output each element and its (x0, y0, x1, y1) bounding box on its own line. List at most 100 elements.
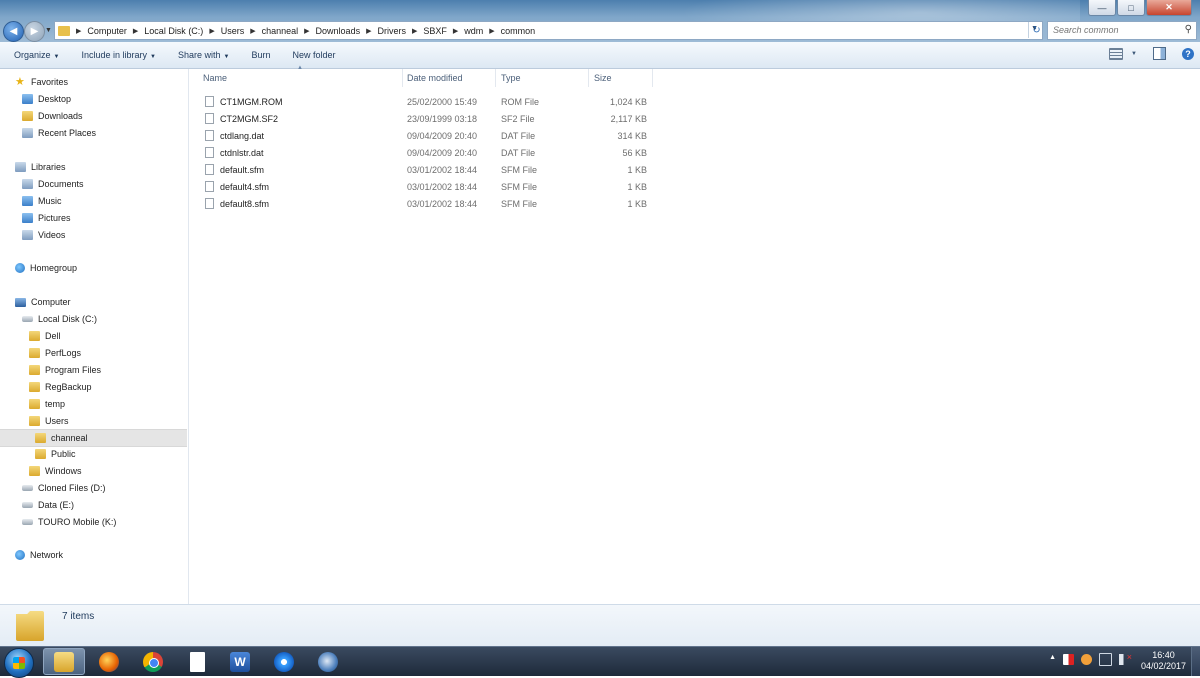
nav-data-e[interactable]: Data (E:) (22, 497, 74, 513)
show-desktop-button[interactable] (1191, 647, 1200, 676)
nav-homegroup[interactable]: Homegroup (15, 260, 77, 276)
view-controls: ▼ ? (1109, 47, 1194, 60)
search-icon[interactable]: ⚲ (1185, 24, 1192, 35)
organize-button[interactable]: Organize ▼ (14, 50, 59, 60)
taskbar-internet-explorer[interactable] (263, 648, 305, 675)
nav-folder-users[interactable]: Users (29, 413, 69, 429)
folder-icon (29, 466, 40, 476)
change-view-button[interactable]: ▼ (1109, 47, 1137, 60)
breadcrumb-downloads[interactable]: Downloads (316, 26, 361, 36)
close-button[interactable]: ✕ (1146, 0, 1192, 16)
folder-icon (29, 416, 40, 426)
help-icon[interactable]: ? (1182, 47, 1194, 60)
action-center-flag-icon[interactable] (1063, 654, 1074, 665)
nav-videos[interactable]: Videos (22, 227, 65, 243)
forward-arrow-icon: ▶ (30, 26, 39, 37)
share-with-button[interactable]: Share with ▼ (178, 50, 229, 60)
file-row[interactable]: default8.sfm 03/01/2002 18:44 SFM File 1… (199, 196, 654, 213)
breadcrumb-channeal[interactable]: channeal (262, 26, 299, 36)
file-row[interactable]: CT2MGM.SF2 23/09/1999 03:18 SF2 File 2,1… (199, 111, 654, 128)
breadcrumb-local-disk[interactable]: Local Disk (C:) (144, 26, 203, 36)
nav-touro-mobile-k[interactable]: TOURO Mobile (K:) (22, 514, 116, 530)
file-type: SFM File (501, 199, 537, 209)
chevron-down-icon: ▼ (150, 54, 156, 60)
nav-recent-places[interactable]: Recent Places (22, 125, 96, 141)
breadcrumb-wdm[interactable]: wdm (464, 26, 483, 36)
file-row[interactable]: default4.sfm 03/01/2002 18:44 SFM File 1… (199, 179, 654, 196)
nav-cloned-files-d[interactable]: Cloned Files (D:) (22, 480, 106, 496)
taskbar-windows-explorer[interactable] (43, 648, 85, 675)
file-row[interactable]: ctdnlstr.dat 09/04/2009 20:40 DAT File 5… (199, 145, 654, 162)
network-status-icon[interactable] (1099, 653, 1112, 666)
column-header-date-modified[interactable]: Date modified (402, 69, 496, 87)
nav-folder-windows[interactable]: Windows (29, 463, 82, 479)
file-size: 1 KB (627, 199, 647, 209)
breadcrumb-users[interactable]: Users (221, 26, 245, 36)
maximize-button[interactable]: □ (1117, 0, 1145, 16)
address-bar[interactable]: ▶ Computer ▶ Local Disk (C:) ▶ Users ▶ c… (54, 21, 1043, 40)
show-hidden-icons-icon[interactable]: ▲ (1049, 654, 1056, 665)
taskbar-firefox[interactable] (88, 648, 130, 675)
nav-desktop[interactable]: Desktop (22, 91, 71, 107)
burn-button[interactable]: Burn (251, 50, 270, 60)
nav-computer[interactable]: Computer (15, 294, 71, 310)
file-row[interactable]: ctdlang.dat 09/04/2009 20:40 DAT File 31… (199, 128, 654, 145)
preview-pane-icon[interactable] (1153, 47, 1166, 60)
nav-local-disk-c[interactable]: Local Disk (C:) (22, 311, 97, 327)
chevron-right-icon[interactable]: ▶ (412, 27, 417, 35)
minimize-button[interactable]: — (1088, 0, 1116, 16)
back-button[interactable]: ◀ (3, 21, 24, 42)
forward-button[interactable]: ▶ (24, 21, 45, 42)
nav-folder-program-files[interactable]: Program Files (29, 362, 101, 378)
chevron-right-icon[interactable]: ▶ (76, 27, 81, 35)
refresh-button[interactable]: ↻ (1028, 22, 1044, 38)
taskbar-word[interactable]: W (219, 648, 261, 675)
chevron-right-icon[interactable]: ▶ (209, 27, 214, 35)
chevron-right-icon[interactable]: ▶ (250, 27, 255, 35)
file-row[interactable]: CT1MGM.ROM 25/02/2000 15:49 ROM File 1,0… (199, 94, 654, 111)
chevron-right-icon[interactable]: ▶ (133, 27, 138, 35)
nav-libraries[interactable]: Libraries (15, 159, 66, 175)
nav-pictures[interactable]: Pictures (22, 210, 71, 226)
column-header-type[interactable]: Type (496, 69, 589, 87)
file-name: CT1MGM.ROM (220, 97, 283, 107)
nav-folder-dell[interactable]: Dell (29, 328, 61, 344)
new-folder-button[interactable]: New folder (292, 50, 335, 60)
nav-folder-temp[interactable]: temp (29, 396, 65, 412)
search-input[interactable] (1048, 22, 1178, 37)
breadcrumb-sbxf[interactable]: SBXF (423, 26, 447, 36)
nav-folder-public[interactable]: Public (35, 446, 76, 462)
chevron-right-icon[interactable]: ▶ (453, 27, 458, 35)
nav-folder-perflogs[interactable]: PerfLogs (29, 345, 81, 361)
file-icon (205, 181, 214, 192)
recent-pages-dropdown[interactable]: ▼ (45, 27, 52, 34)
breadcrumb-drivers[interactable]: Drivers (377, 26, 406, 36)
column-header-name[interactable]: Name (198, 69, 403, 87)
word-icon: W (230, 651, 250, 672)
update-icon[interactable] (1081, 654, 1092, 665)
chevron-right-icon[interactable]: ▶ (366, 27, 371, 35)
nav-network[interactable]: Network (15, 547, 63, 563)
nav-folder-channeal[interactable]: channeal (0, 429, 187, 447)
nav-folder-regbackup[interactable]: RegBackup (29, 379, 92, 395)
chevron-right-icon[interactable]: ▶ (304, 27, 309, 35)
breadcrumb-common[interactable]: common (501, 26, 536, 36)
taskbar-document[interactable] (176, 648, 218, 675)
start-button[interactable] (4, 648, 34, 678)
breadcrumb-computer[interactable]: Computer (87, 26, 127, 36)
taskbar-clock[interactable]: 16:40 04/02/2017 (1141, 650, 1186, 672)
include-in-library-button[interactable]: Include in library ▼ (81, 50, 155, 60)
nav-downloads[interactable]: Downloads (22, 108, 83, 124)
column-header-size[interactable]: Size (589, 69, 653, 87)
nav-documents[interactable]: Documents (22, 176, 84, 192)
search-box[interactable]: ⚲ (1047, 21, 1197, 40)
file-date: 23/09/1999 03:18 (407, 114, 478, 124)
folder-icon (29, 382, 40, 392)
file-row[interactable]: default.sfm 03/01/2002 18:44 SFM File 1 … (199, 162, 654, 179)
nav-favorites[interactable]: ★ Favorites (15, 74, 68, 90)
taskbar-thunderbird[interactable] (307, 648, 349, 675)
nav-music[interactable]: Music (22, 193, 62, 209)
chevron-right-icon[interactable]: ▶ (489, 27, 494, 35)
volume-muted-icon[interactable] (1119, 652, 1132, 665)
taskbar-chrome[interactable] (132, 648, 174, 675)
